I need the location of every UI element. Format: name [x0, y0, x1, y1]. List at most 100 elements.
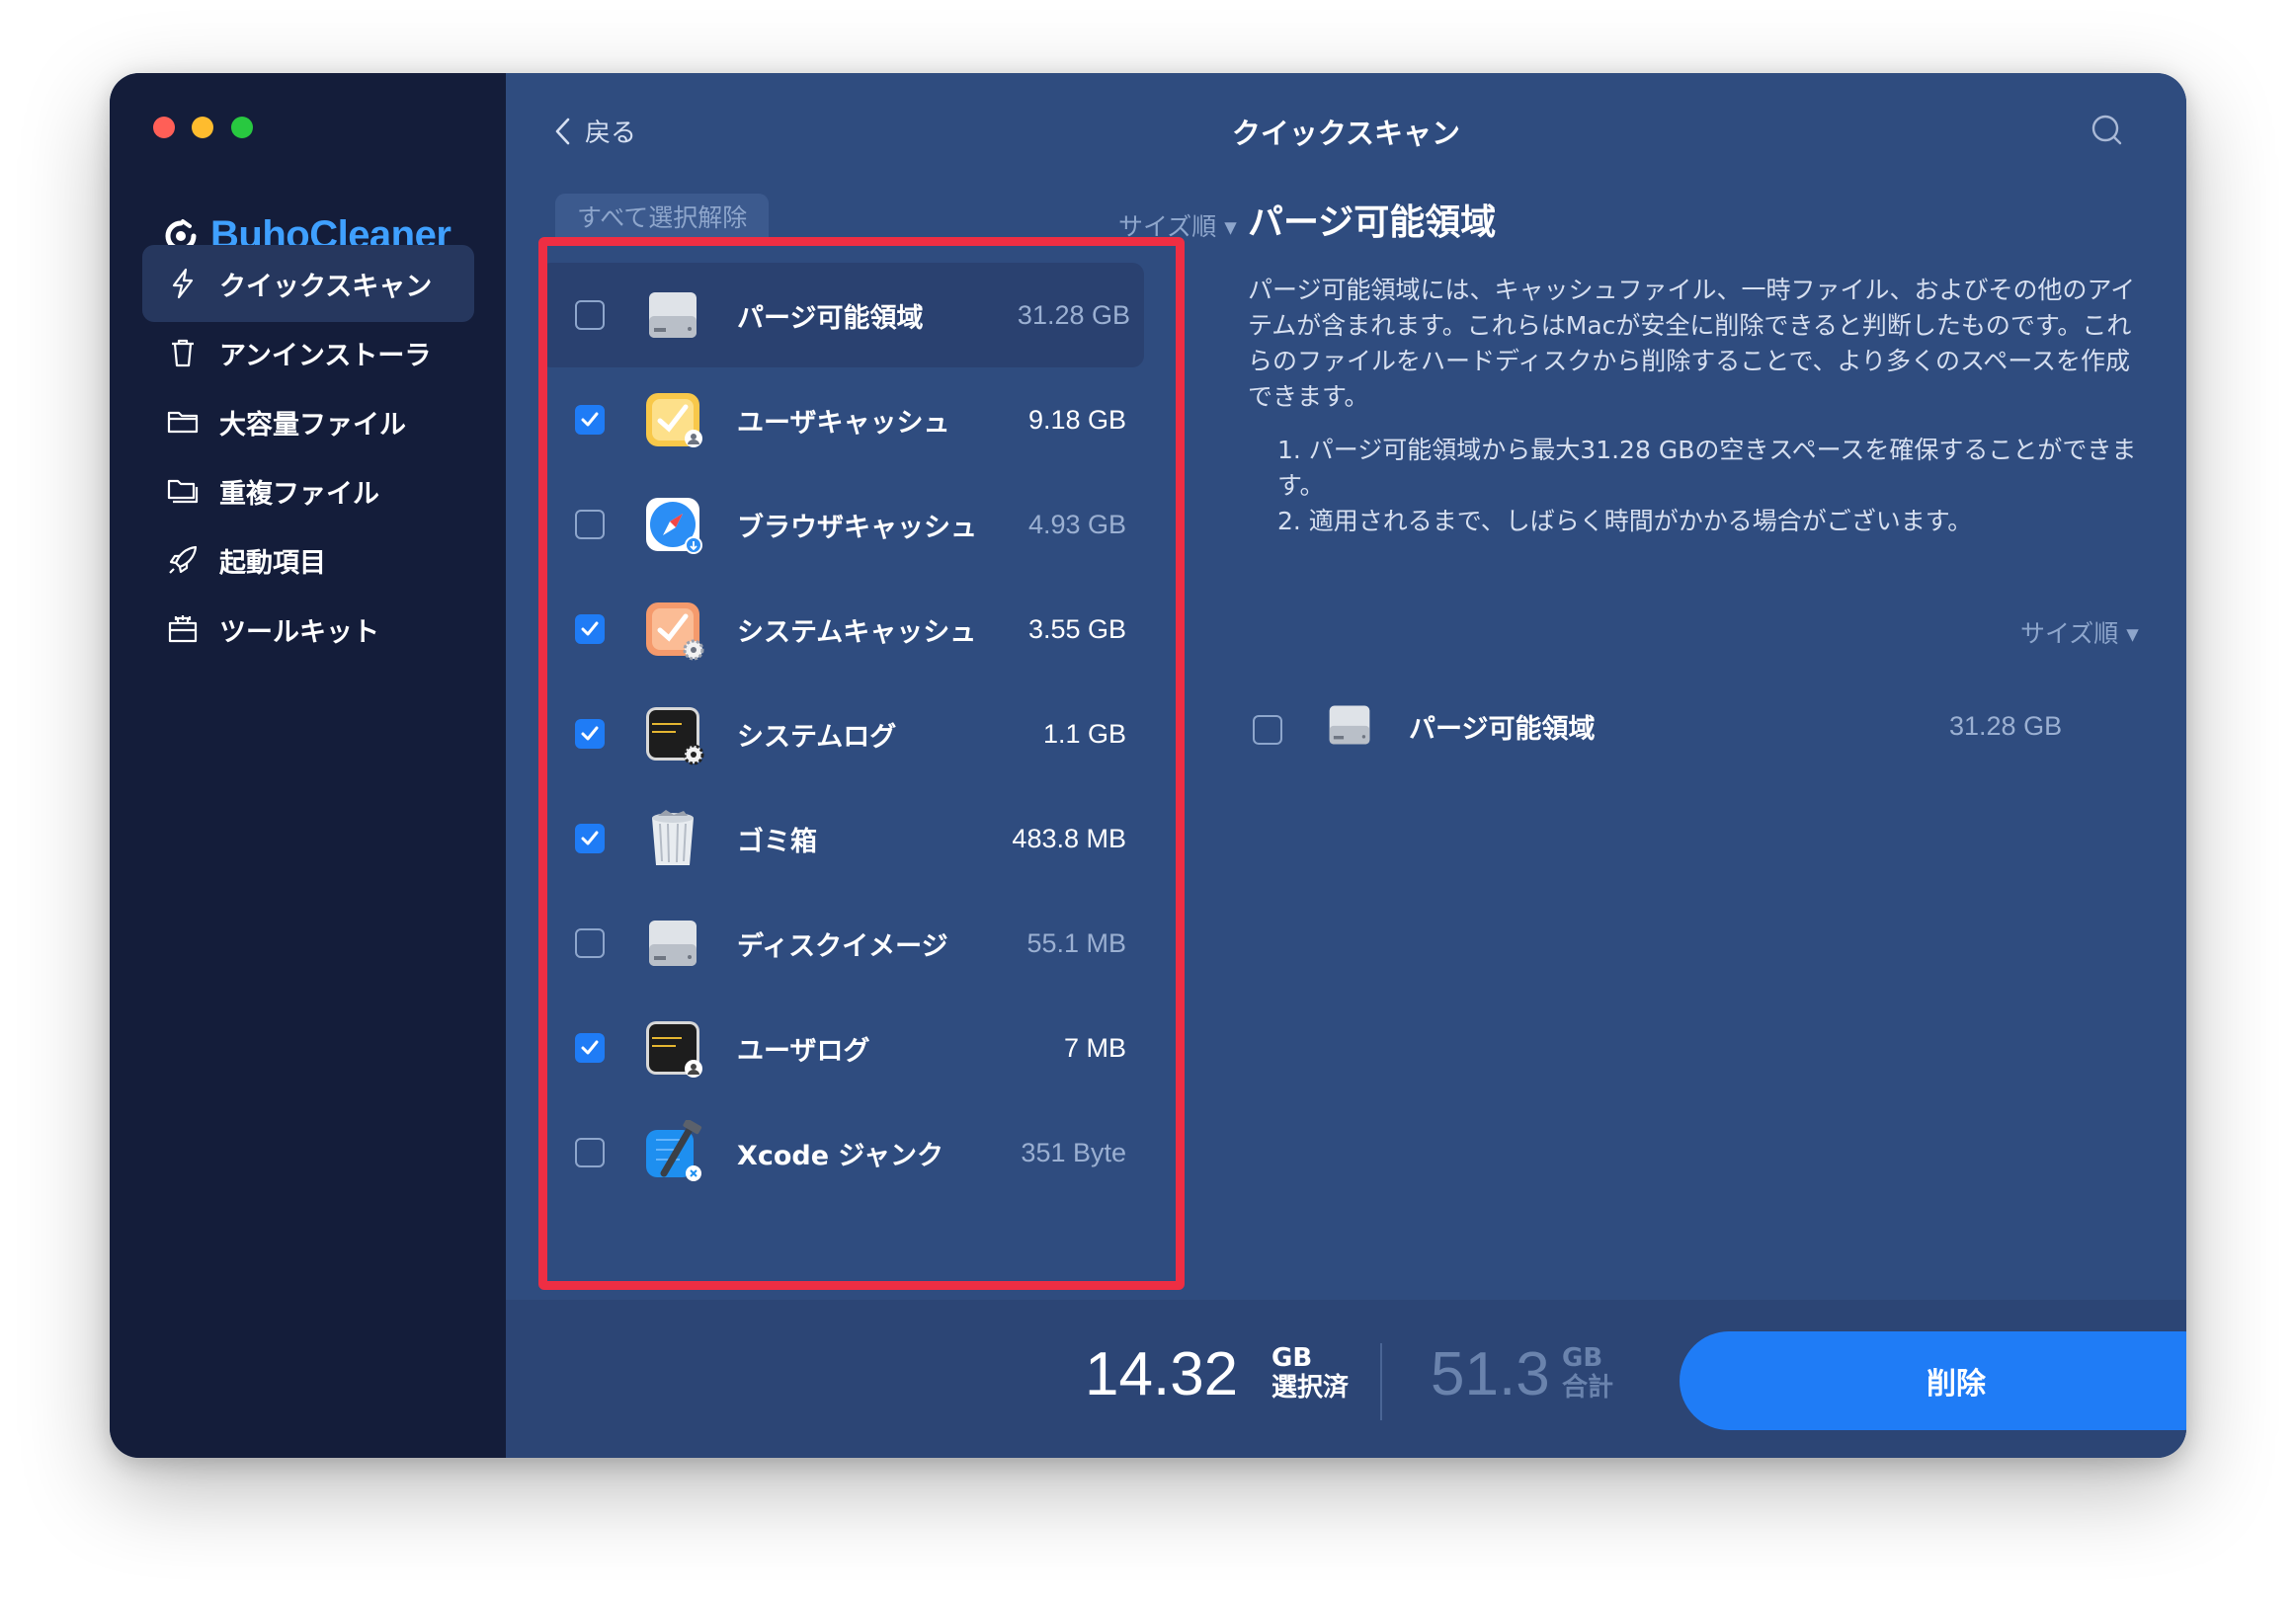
checkmark-icon — [581, 1040, 599, 1055]
sidebar-item-label: 大容量ファイル — [219, 409, 406, 441]
detail-panel: パージ可能領域 パージ可能領域には、キャッシュファイル、一時ファイル、およびその… — [1248, 194, 2137, 539]
item-name: システムログ — [737, 721, 897, 753]
item-size: 55.1 MB — [1026, 927, 1126, 958]
checkbox[interactable] — [575, 1033, 605, 1063]
item-name: Xcode ジャンク — [737, 1140, 944, 1171]
sidebar-item-label: ツールキット — [219, 616, 379, 648]
rocket-icon — [166, 543, 200, 577]
sidebar-item-uninstaller[interactable]: アンインストーラ — [142, 314, 474, 391]
item-size: 1.1 GB — [1042, 718, 1126, 749]
xcode-icon — [640, 1118, 705, 1185]
list-item-browser-cache[interactable]: ブラウザキャッシュ 4.93 GB — [539, 472, 1140, 577]
system-log-icon — [640, 701, 705, 766]
user-log-icon — [640, 1015, 705, 1081]
item-size: 3.55 GB — [1027, 613, 1126, 644]
checkbox[interactable] — [575, 300, 605, 330]
footer-bar: 14.32 GB 選択済 51.3 GB 合計 削除 — [506, 1300, 2186, 1458]
list-item-trash[interactable]: ゴミ箱 483.8 MB — [539, 786, 1140, 891]
checkbox[interactable] — [575, 719, 605, 749]
sidebar-item-startup[interactable]: 起動項目 — [142, 521, 474, 599]
checkbox[interactable] — [575, 510, 605, 539]
sidebar-item-label: 重複ファイル — [219, 478, 379, 510]
selected-size-unit: GB 選択済 — [1271, 1343, 1349, 1403]
selected-caption: 選択済 — [1271, 1373, 1350, 1403]
item-size: 4.93 GB — [1027, 509, 1126, 539]
safari-icon — [640, 492, 705, 557]
selected-size-value: 14.32 — [1085, 1340, 1239, 1408]
list-item-user-log[interactable]: ユーザログ 7 MB — [539, 996, 1140, 1100]
total-size-unit: GB 合計 — [1562, 1343, 1613, 1403]
item-size: 483.8 MB — [1012, 823, 1126, 853]
checkmark-icon — [581, 412, 599, 427]
total-unit-label: GB — [1562, 1343, 1603, 1373]
toolbox-icon — [166, 612, 200, 646]
checkmark-icon — [581, 621, 599, 636]
sidebar-item-duplicates[interactable]: 重複ファイル — [142, 452, 474, 529]
list-item-xcode-junk[interactable]: Xcode ジャンク 351 Byte — [539, 1100, 1140, 1205]
item-size: 9.18 GB — [1027, 404, 1126, 435]
sidebar-item-large-files[interactable]: 大容量ファイル — [142, 383, 474, 460]
item-name: ユーザログ — [737, 1035, 870, 1067]
item-name: パージ可能領域 — [1409, 714, 1596, 745]
sidebar-item-label: 起動項目 — [219, 547, 326, 579]
search-icon[interactable] — [2090, 113, 2123, 146]
checkbox[interactable] — [575, 928, 605, 958]
folder-icon — [166, 405, 200, 439]
disk-drive-icon — [640, 282, 705, 348]
footer-divider — [1380, 1343, 1382, 1420]
total-size-value: 51.3 — [1431, 1340, 1550, 1408]
checkmark-icon — [581, 831, 599, 845]
detail-description: パージ可能領域には、キャッシュファイル、一時ファイル、およびその他のアイテムが含… — [1248, 276, 2136, 411]
detail-note-2: 2. 適用されるまで、しばらく時間がかかる場合がございます。 — [1277, 507, 1973, 535]
minimize-window-button[interactable] — [192, 117, 213, 138]
item-size: 31.28 GB — [1949, 711, 2063, 741]
list-item-purgeable[interactable]: パージ可能領域 31.28 GB — [539, 263, 1144, 367]
item-size: 351 Byte — [1021, 1137, 1126, 1167]
sidebar-item-label: クイックスキャン — [219, 271, 433, 302]
list-item-system-log[interactable]: システムログ 1.1 GB — [539, 682, 1140, 786]
checkbox[interactable] — [575, 614, 605, 644]
item-size: 31.28 GB — [1017, 299, 1130, 330]
duplicate-folder-icon — [166, 474, 200, 508]
deselect-all-button[interactable]: すべて選択解除 — [555, 194, 770, 239]
close-window-button[interactable] — [153, 117, 175, 138]
detail-title: パージ可能領域 — [1248, 202, 1497, 243]
item-name: ゴミ箱 — [737, 826, 817, 857]
sidebar-item-quick-scan[interactable]: クイックスキャン — [142, 245, 474, 322]
disk-drive-icon — [1322, 697, 1377, 753]
detail-notes: 1. パージ可能領域から最大31.28 GBの空きスペースを確保することができま… — [1248, 433, 2137, 539]
user-cache-icon — [640, 387, 705, 452]
system-cache-icon — [640, 597, 705, 662]
checkbox[interactable] — [575, 824, 605, 853]
sidebar: BuhoCleaner クイックスキャン アンインストーラ 大容量ファイル 重複 — [110, 73, 506, 1458]
trash-bin-icon — [640, 806, 705, 871]
list-item-disk-image[interactable]: ディスクイメージ 55.1 MB — [539, 891, 1140, 996]
lightning-icon — [166, 267, 200, 300]
item-name: ブラウザキャッシュ — [737, 512, 977, 543]
list-item-system-cache[interactable]: システムキャッシュ 3.55 GB — [539, 577, 1140, 682]
list-item-user-cache[interactable]: ユーザキャッシュ 9.18 GB — [539, 367, 1140, 472]
sidebar-item-label: アンインストーラ — [219, 340, 432, 371]
item-size: 7 MB — [1063, 1032, 1126, 1063]
trash-icon — [166, 336, 200, 369]
total-caption: 合計 — [1562, 1373, 1614, 1403]
selected-unit-label: GB — [1271, 1343, 1313, 1373]
detail-file-row[interactable]: パージ可能領域 31.28 GB — [1248, 695, 2078, 764]
item-name: システムキャッシュ — [737, 616, 977, 648]
checkmark-icon — [581, 726, 599, 741]
detail-sort-dropdown[interactable]: サイズ順 ▾ — [2020, 614, 2139, 650]
sidebar-item-toolkit[interactable]: ツールキット — [142, 591, 474, 668]
detail-note-1: 1. パージ可能領域から最大31.28 GBの空きスペースを確保することができま… — [1277, 436, 2137, 500]
item-name: パージ可能領域 — [737, 302, 924, 334]
zoom-window-button[interactable] — [231, 117, 253, 138]
checkbox[interactable] — [575, 1138, 605, 1167]
disk-image-icon — [640, 911, 705, 976]
checkbox[interactable] — [575, 405, 605, 435]
sort-by-size-dropdown[interactable]: サイズ順 ▾ — [1118, 207, 1237, 243]
item-name: ユーザキャッシュ — [737, 407, 950, 439]
page-title: クイックスキャン — [1231, 117, 1461, 150]
item-name: ディスクイメージ — [737, 930, 948, 962]
delete-button[interactable]: 削除 — [1680, 1331, 2186, 1430]
checkbox[interactable] — [1253, 715, 1282, 745]
scan-category-list: パージ可能領域 31.28 GB ユーザキャッシュ 9.18 GB ブラウザキャ… — [539, 239, 1156, 1248]
